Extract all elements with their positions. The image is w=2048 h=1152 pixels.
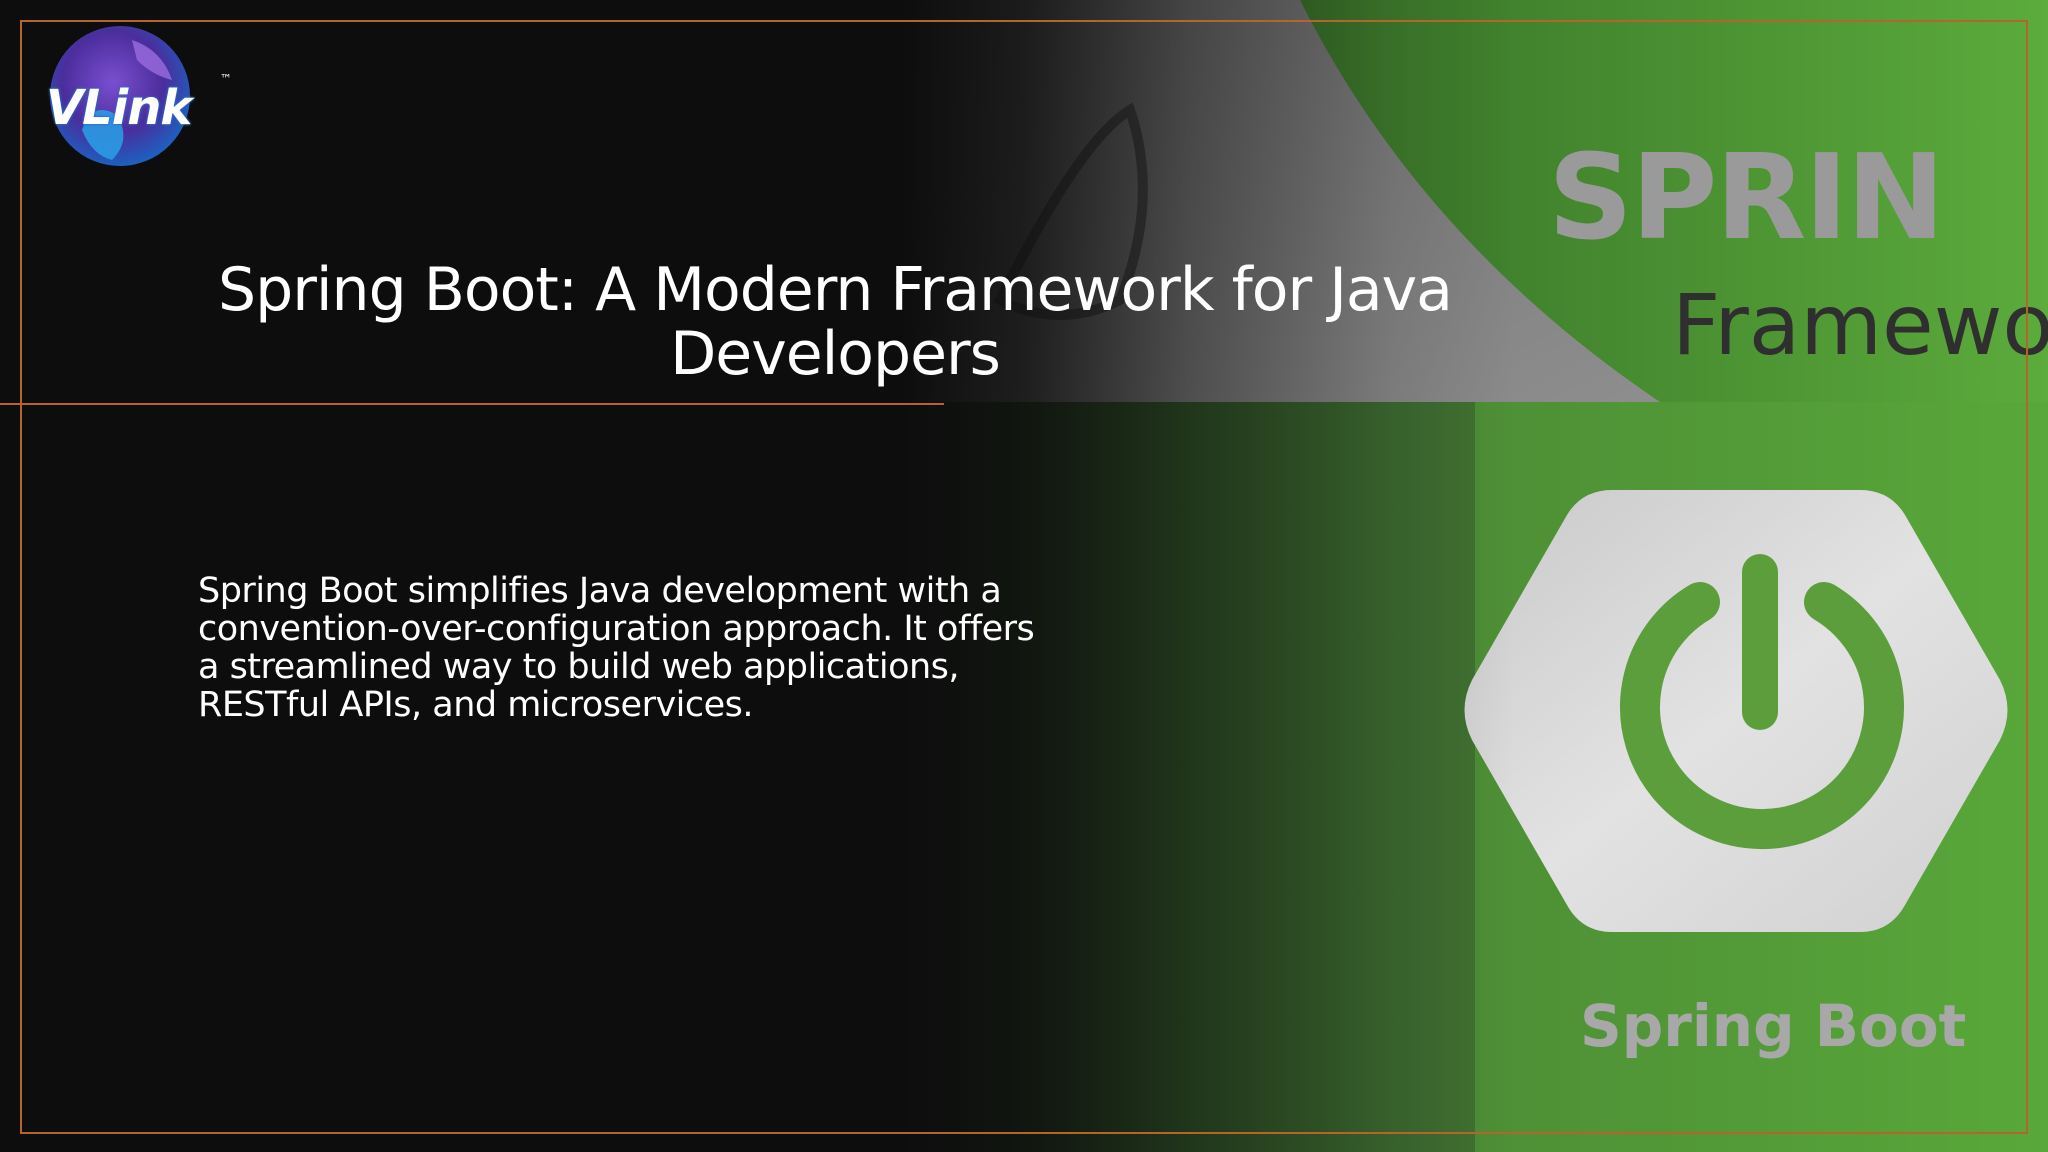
slide-body-text: Spring Boot simplifies Java development … [198,571,1035,725]
trademark-symbol: ™ [220,72,232,86]
slide: SPRIN Framewo Spring Boot VLink ™ Spring… [0,0,2048,1152]
frame-left-line [20,20,22,1134]
vlink-logo: VLink ™ [22,20,232,170]
frame-right-line [2026,20,2028,1134]
title-underline [0,403,944,405]
frame-top-line [22,20,2028,22]
frame-bottom-line [20,1132,2028,1134]
framework-art-text: Framewo [1672,276,2048,374]
spring-art-text: SPRIN [1548,128,1945,266]
logo-text: VLink [46,80,192,136]
spring-boot-art-label: Spring Boot [1580,992,1967,1060]
slide-title: Spring Boot: A Modern Framework for Java… [218,255,1453,389]
